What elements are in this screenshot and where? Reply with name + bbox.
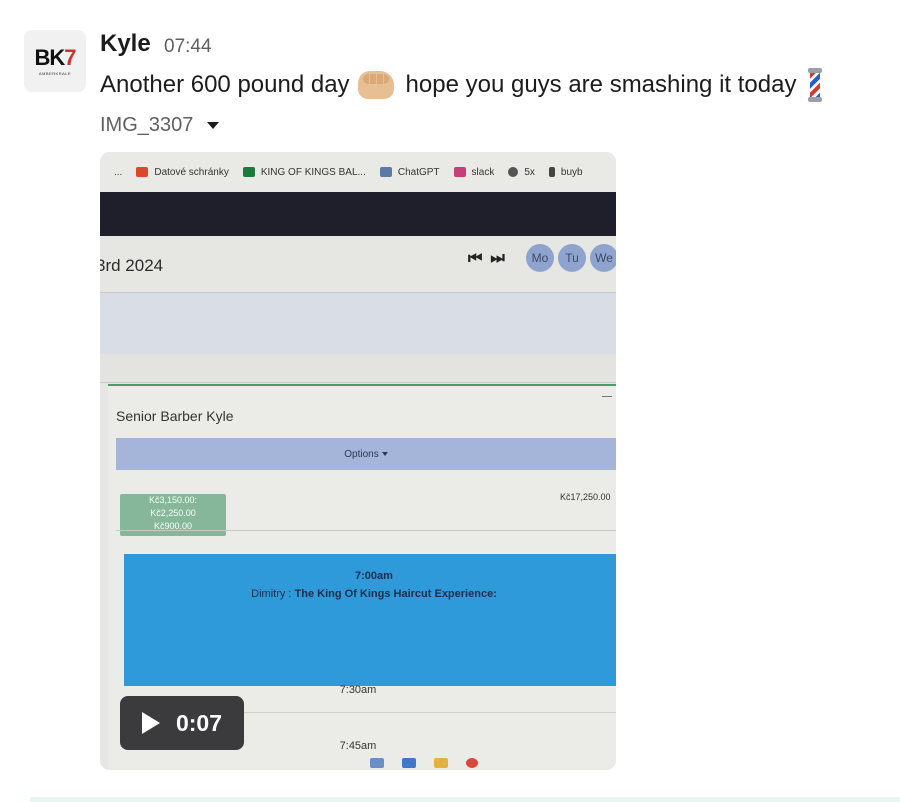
earnings-total: Kč17,250.00 [560, 492, 611, 502]
sheet-icon [242, 167, 255, 177]
options-dropdown: Options [116, 438, 616, 470]
calendar-date: 3rd 2024 [100, 256, 164, 275]
bookmark-kings: KING OF KINGS BAL... [242, 167, 366, 178]
os-taskbar [370, 758, 496, 768]
avatar-logo-sub: AMBERKRALE [38, 70, 72, 76]
calendar-nav: ⏮ ⏭ [468, 250, 513, 268]
video-play-button[interactable]: 0:07 [120, 696, 244, 750]
day-mo: Mo [526, 244, 554, 272]
calendar-band [100, 292, 616, 356]
bookmark-5x: 5x [508, 167, 535, 178]
message-text-part1: Another 600 pound day [100, 71, 350, 98]
message-time[interactable]: 07:44 [164, 36, 212, 58]
bookmark-slack: slack [453, 167, 494, 178]
barber-name: Senior Barber Kyle [116, 408, 234, 424]
chrome-icon [466, 758, 478, 768]
skip-forward-icon: ⏭ [490, 250, 505, 267]
appointment-service: The King Of Kings Haircut Experience: [294, 588, 497, 600]
bookmark-buyb: buyb [548, 167, 583, 178]
appointment-detail: Dimitry : The King Of Kings Haircut Expe… [124, 588, 616, 600]
bookmark-datove: Datové schránky [136, 167, 229, 178]
message-text: Another 600 pound day hope you guys are … [100, 68, 824, 102]
message-text-part2: hope you guys are smashing it today [405, 71, 797, 98]
appointment-time: 7:00am [355, 570, 393, 582]
bookmark-overflow: ... [114, 166, 123, 178]
time-slot: 7:30am [339, 684, 377, 696]
globe-icon [508, 167, 519, 177]
app-topbar [100, 192, 616, 236]
day-selector: Mo Tu We [526, 244, 616, 272]
folder-icon [434, 758, 448, 768]
chatgpt-icon [379, 167, 392, 177]
bookmark-chatgpt: ChatGPT [379, 167, 440, 178]
earnings-line: Kč3,150.00: [148, 495, 198, 505]
barber-pole-emoji-icon [806, 68, 824, 102]
mail-icon [136, 167, 149, 177]
avatar[interactable]: BK7 AMBERKRALE [24, 30, 86, 92]
play-icon [141, 712, 160, 734]
day-tu: Tu [558, 244, 586, 272]
video-attachment[interactable]: ... Datové schránky KING OF KINGS BAL...… [100, 152, 616, 770]
app-icon [402, 758, 416, 768]
appointment-block: 7:00am Dimitry : The King Of Kings Hairc… [124, 554, 616, 686]
fist-bump-emoji-icon [357, 71, 394, 99]
avatar-logo: BK7 [34, 44, 76, 70]
skip-back-icon: ⏮ [468, 250, 483, 267]
earnings-line: Kč2,250.00 [150, 508, 196, 518]
attachment-toggle[interactable]: IMG_3307 [100, 114, 220, 137]
slack-icon [453, 167, 466, 177]
calendar-band [100, 354, 616, 383]
sender-name[interactable]: Kyle [100, 30, 151, 58]
appointment-client: Dimitry : [251, 588, 292, 600]
attachment-name: IMG_3307 [100, 114, 194, 136]
divider [116, 530, 616, 531]
day-we: We [590, 244, 616, 272]
minimize-icon [602, 396, 612, 397]
composer-edge [30, 797, 900, 802]
browser-bookmarks-bar: ... Datové schránky KING OF KINGS BAL...… [100, 152, 616, 192]
video-duration: 0:07 [175, 709, 223, 736]
app-icon [370, 758, 384, 768]
chevron-down-icon [207, 122, 220, 129]
message: BK7 AMBERKRALE Kyle 07:44 Another 600 po… [0, 0, 900, 802]
bookmark-icon [548, 167, 555, 177]
caret-down-icon [381, 452, 388, 456]
earnings-line: Kč900.00 [153, 521, 193, 531]
